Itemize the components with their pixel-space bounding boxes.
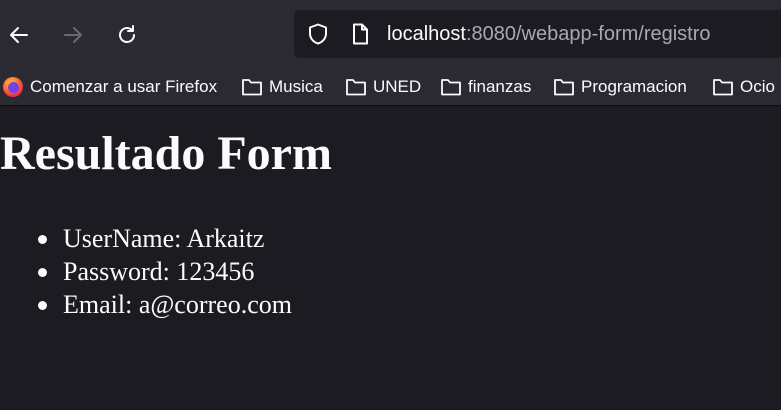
folder-icon bbox=[242, 78, 262, 95]
list-item-text: Password: 123456 bbox=[63, 257, 255, 286]
list-item-text: Email: a@correo.com bbox=[63, 290, 292, 319]
bookmark-label: finanzas bbox=[468, 76, 532, 96]
bookmark-folder-programacion[interactable]: Programacion bbox=[553, 68, 687, 105]
browser-toolbar: localhost:8080/webapp-form/registro bbox=[0, 0, 781, 68]
page-icon[interactable] bbox=[348, 22, 372, 46]
url-path: :8080/webapp-form/registro bbox=[465, 23, 711, 45]
reload-icon bbox=[119, 25, 135, 43]
folder-icon bbox=[441, 78, 461, 95]
forward-arrow-icon bbox=[64, 27, 82, 43]
bookmark-label: Ocio bbox=[740, 76, 775, 96]
bookmark-label: Comenzar a usar Firefox bbox=[30, 76, 218, 96]
bookmark-folder-finanzas[interactable]: finanzas bbox=[440, 68, 531, 105]
folder-icon bbox=[554, 78, 574, 95]
url-bar[interactable]: localhost:8080/webapp-form/registro bbox=[294, 10, 781, 58]
bookmark-folder-musica[interactable]: Musica bbox=[241, 68, 323, 105]
list-item-text: UserName: Arkaitz bbox=[63, 224, 265, 253]
bookmark-firefox[interactable]: Comenzar a usar Firefox bbox=[2, 68, 217, 105]
bullet bbox=[38, 235, 47, 244]
back-arrow-icon bbox=[10, 27, 28, 43]
result-list: UserName: Arkaitz Password: 123456 Email… bbox=[38, 222, 292, 321]
forward-button[interactable] bbox=[58, 20, 88, 50]
url-host: localhost bbox=[387, 23, 466, 45]
reload-button[interactable] bbox=[112, 20, 142, 50]
list-item-password: Password: 123456 bbox=[38, 255, 292, 288]
back-button[interactable] bbox=[4, 20, 34, 50]
page-title: Resultado Form bbox=[0, 127, 332, 180]
page-content: Resultado Form UserName: Arkaitz Passwor… bbox=[0, 106, 781, 410]
bullet bbox=[38, 268, 47, 277]
shield-icon[interactable] bbox=[306, 22, 330, 46]
folder-icon bbox=[346, 78, 366, 95]
bookmarks-bar: Comenzar a usar Firefox Musica UNED fina… bbox=[0, 68, 781, 106]
bullet bbox=[38, 301, 47, 310]
list-item-email: Email: a@correo.com bbox=[38, 288, 292, 321]
list-item-username: UserName: Arkaitz bbox=[38, 222, 292, 255]
bookmark-folder-ocio[interactable]: Ocio bbox=[712, 68, 775, 105]
bookmark-label: UNED bbox=[373, 76, 422, 96]
url-text[interactable]: localhost:8080/webapp-form/registro bbox=[387, 22, 711, 46]
bookmark-folder-uned[interactable]: UNED bbox=[345, 68, 421, 105]
firefox-logo-icon bbox=[3, 76, 23, 97]
bookmark-label: Programacion bbox=[581, 76, 687, 96]
bookmark-label: Musica bbox=[269, 76, 323, 96]
folder-icon bbox=[713, 78, 733, 95]
